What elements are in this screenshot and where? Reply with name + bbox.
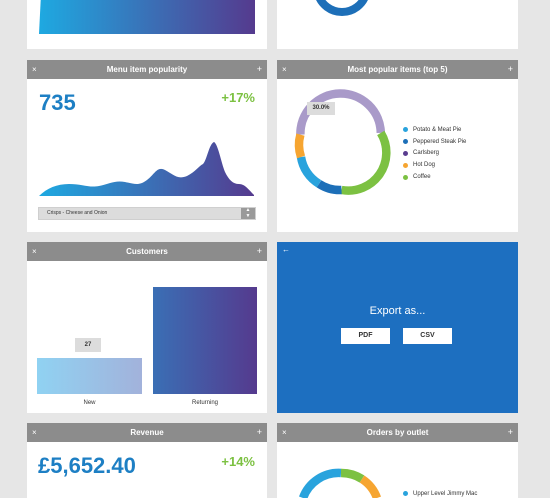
- add-icon[interactable]: +: [257, 423, 262, 442]
- customers-bar-chart: [37, 287, 257, 394]
- legend-label: Carlsberg: [413, 150, 440, 157]
- bar-returning: [153, 287, 257, 394]
- orders-legend: Upper Level Jimmy Mac: [403, 488, 477, 498]
- bar-tooltip: 27: [75, 338, 101, 352]
- donut-segment-blue: [299, 468, 342, 498]
- legend-dot: [403, 491, 408, 497]
- legend-label: Potato & Meat Pie: [413, 126, 462, 133]
- bar-new: [37, 358, 142, 394]
- card-title: Revenue: [130, 428, 164, 437]
- donut-segment-green: [340, 468, 365, 483]
- legend-item: Potato & Meat Pie: [403, 124, 466, 136]
- legend-dot: [403, 150, 408, 156]
- export-csv-button[interactable]: CSV: [403, 328, 452, 344]
- customers-card: × Customers + 27 New Returning: [27, 242, 267, 413]
- popularity-area: [39, 142, 254, 196]
- orders-outlet-card: × Orders by outlet + Upper Level Jimmy M…: [277, 423, 518, 498]
- bar-label-returning: Returning: [191, 400, 218, 406]
- legend-dot: [403, 162, 408, 168]
- popular-items-donut: [294, 89, 391, 195]
- legend-dot: [403, 139, 408, 145]
- legend-label: Hot Dog: [413, 162, 436, 169]
- donut-segment-coffee: [340, 130, 391, 195]
- legend-label: Peppered Steak Pie: [413, 138, 467, 145]
- close-icon[interactable]: ×: [32, 423, 37, 442]
- top-right-card: [277, 0, 518, 49]
- export-pdf-button[interactable]: PDF: [341, 328, 390, 344]
- orders-donut: [299, 468, 382, 498]
- legend-dot: [403, 174, 408, 180]
- legend-item: Carlsberg: [403, 148, 466, 160]
- legend-label: Coffee: [413, 174, 431, 181]
- menu-popularity-card: × Menu item popularity + 735 +17% Crisps…: [27, 60, 267, 232]
- bar-label-new: New: [83, 400, 96, 406]
- donut-segment-hotdog: [294, 133, 306, 159]
- donut-segment-steak: [316, 180, 342, 195]
- donut-segment-potato: [296, 156, 322, 188]
- popular-items-legend: Potato & Meat Pie Peppered Steak Pie Car…: [403, 124, 466, 183]
- select-value: Crisps - Cheese and Onion: [47, 210, 108, 216]
- top-left-area-chart: [39, 0, 255, 34]
- export-card: ← Export as... PDF CSV: [277, 242, 518, 413]
- legend-label: Upper Level Jimmy Mac: [413, 490, 478, 497]
- top-right-donut: [316, 0, 368, 16]
- top-left-area: [39, 0, 255, 34]
- select-arrows-icon[interactable]: ▲ ▼: [241, 207, 255, 219]
- export-title: Export as...: [369, 305, 426, 317]
- back-arrow-icon[interactable]: ←: [282, 245, 290, 254]
- donut-tooltip: 30.0%: [307, 102, 335, 115]
- metric-value: £5,652.40: [38, 453, 136, 478]
- legend-dot: [403, 127, 408, 133]
- metric-change: +14%: [221, 454, 255, 469]
- card-header: × Revenue +: [27, 423, 267, 442]
- top-left-card: [27, 0, 267, 49]
- menu-item-select[interactable]: Crisps - Cheese and Onion ▲ ▼: [38, 207, 256, 220]
- legend-item: Coffee: [403, 171, 466, 183]
- legend-item: Peppered Steak Pie: [403, 136, 466, 148]
- popular-items-card: × Most popular items (top 5) + 30.0% Pot…: [277, 60, 518, 232]
- donut-segment-orange: [359, 475, 382, 498]
- revenue-card: × Revenue + £5,652.40 +14%: [27, 423, 267, 498]
- legend-item: Upper Level Jimmy Mac: [403, 488, 477, 498]
- legend-item: Hot Dog: [403, 159, 466, 171]
